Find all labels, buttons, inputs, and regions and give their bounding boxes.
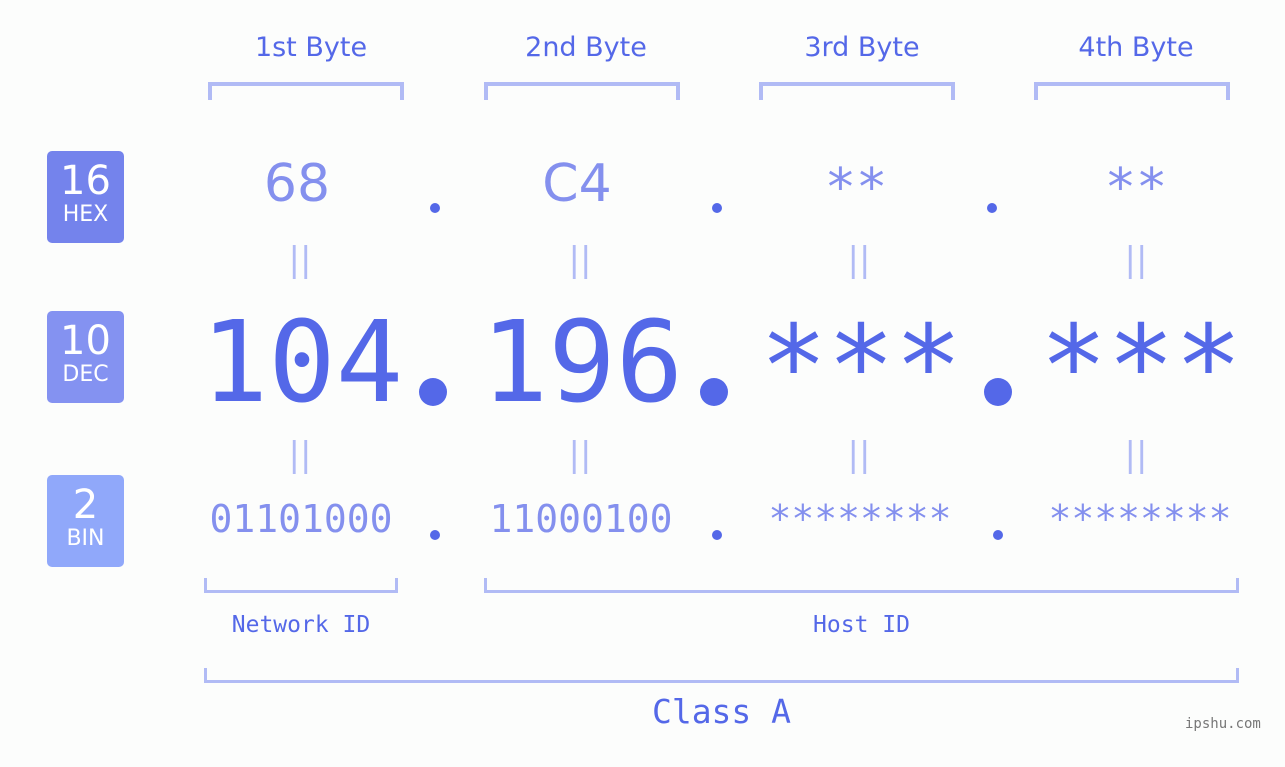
class-bracket: [204, 668, 1239, 683]
byte-title-2: 2nd Byte: [525, 32, 647, 63]
byte-bracket-4: [1034, 82, 1230, 100]
equals-hex-dec-4: ||: [1124, 240, 1148, 280]
dec-separator-2: [700, 378, 728, 406]
bin-separator-2: [712, 530, 722, 540]
equals-dec-bin-2: ||: [568, 435, 592, 475]
dec-value-1: 104: [200, 298, 404, 428]
network-id-bracket: [204, 578, 398, 593]
bin-value-3: ********: [768, 497, 952, 541]
dec-badge-label: DEC: [62, 362, 109, 387]
byte-bracket-3: [759, 82, 955, 100]
byte-title-1: 1st Byte: [254, 32, 368, 63]
dec-value-4: ***: [1039, 302, 1243, 432]
hex-separator-3: [987, 203, 997, 213]
dec-separator-3: [984, 378, 1012, 406]
watermark: ipshu.com: [1185, 716, 1261, 732]
hex-separator-2: [712, 203, 722, 213]
bin-separator-1: [430, 530, 440, 540]
hex-value-3: **: [824, 158, 888, 218]
network-id-label: Network ID: [231, 612, 371, 638]
byte-bracket-2: [484, 82, 680, 100]
class-label: Class A: [651, 692, 792, 731]
byte-title-4: 4th Byte: [1078, 32, 1194, 63]
bin-badge-base: 2: [72, 482, 99, 528]
byte-title-3: 3rd Byte: [804, 32, 920, 63]
equals-dec-bin-1: ||: [288, 435, 312, 475]
hex-value-1: 68: [263, 154, 331, 214]
dec-value-2: 196: [480, 298, 684, 428]
bin-badge: 2 BIN: [47, 475, 124, 567]
hex-separator-1: [430, 203, 440, 213]
bin-value-1: 01101000: [209, 497, 393, 541]
dec-value-3: ***: [759, 302, 963, 432]
hex-badge-base: 16: [60, 158, 111, 204]
equals-hex-dec-3: ||: [847, 240, 871, 280]
bin-separator-3: [993, 530, 1003, 540]
hex-value-2: C4: [542, 154, 612, 214]
byte-bracket-1: [208, 82, 404, 100]
hex-badge: 16 HEX: [47, 151, 124, 243]
host-id-bracket: [484, 578, 1239, 593]
hex-value-4: **: [1104, 158, 1168, 218]
bin-badge-label: BIN: [66, 526, 105, 551]
equals-hex-dec-2: ||: [568, 240, 592, 280]
equals-hex-dec-1: ||: [288, 240, 312, 280]
bin-value-2: 11000100: [489, 497, 673, 541]
bin-value-4: ********: [1048, 497, 1232, 541]
host-id-label: Host ID: [813, 612, 910, 638]
equals-dec-bin-4: ||: [1124, 435, 1148, 475]
hex-badge-label: HEX: [62, 202, 109, 227]
dec-badge-base: 10: [60, 318, 111, 364]
equals-dec-bin-3: ||: [847, 435, 871, 475]
dec-badge: 10 DEC: [47, 311, 124, 403]
dec-separator-1: [419, 378, 447, 406]
